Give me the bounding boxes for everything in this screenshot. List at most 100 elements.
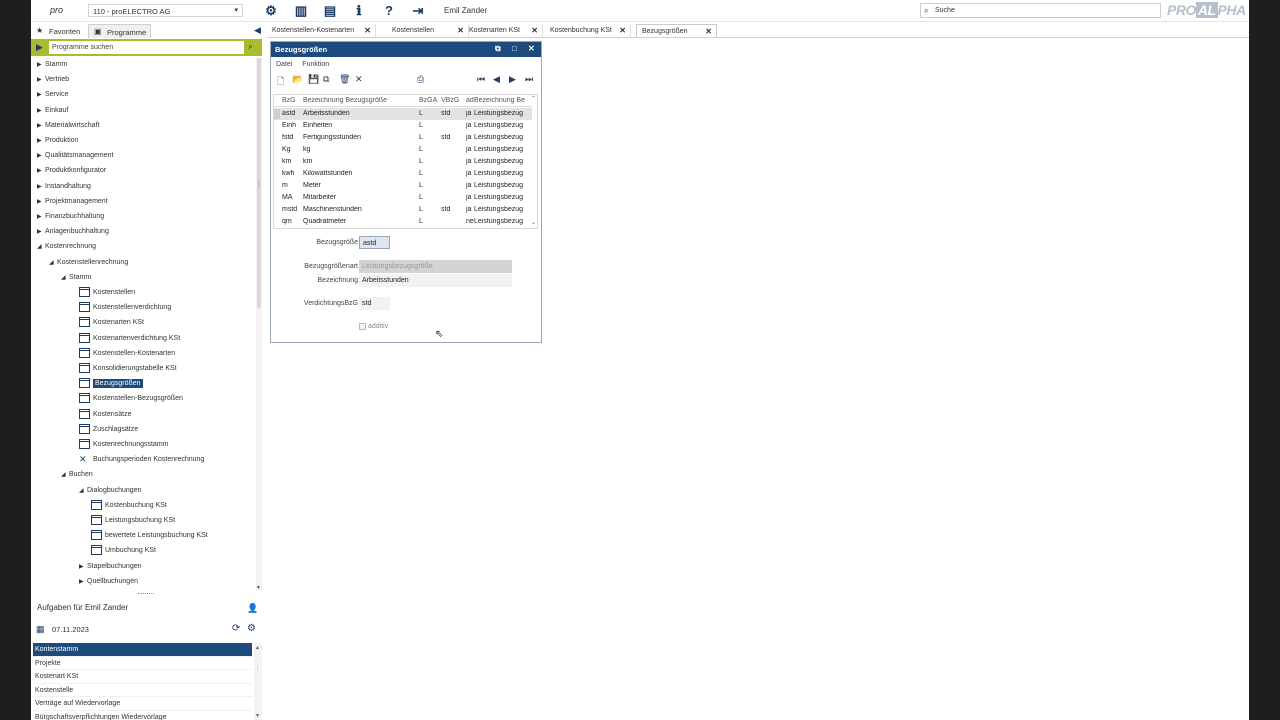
column-header[interactable]: Bezeichnung Bezugsgröße: [303, 97, 415, 104]
tree-item[interactable]: Kostenstellenverdichtung: [31, 301, 255, 316]
info-icon[interactable]: ℹ: [351, 3, 367, 19]
gear-icon[interactable]: ⚙: [247, 623, 256, 634]
code-field[interactable]: astd: [359, 236, 390, 249]
expanded-arrow-icon[interactable]: ◢: [49, 259, 54, 266]
expanded-arrow-icon[interactable]: ◢: [61, 471, 66, 478]
tree-item[interactable]: Kostensätze: [31, 408, 255, 423]
close-icon[interactable]: ✕: [364, 26, 371, 35]
scroll-down-icon[interactable]: ▼: [256, 585, 261, 591]
tree-item[interactable]: Bezugsgrößen: [31, 377, 255, 392]
menu-funktion[interactable]: Funktion: [302, 61, 329, 68]
table-row[interactable]: fstd Fertigungsstunden Lstd ja Leistungsbezu…: [274, 132, 532, 144]
cancel-icon[interactable]: ✕: [355, 74, 363, 85]
logout-icon[interactable]: ⇥: [410, 3, 426, 19]
additive-checkbox[interactable]: [359, 323, 366, 330]
task-item[interactable]: Projekte: [33, 657, 252, 670]
task-item[interactable]: Verträge auf Wiedervorlage: [33, 697, 252, 711]
gear-icon[interactable]: ⚙: [263, 3, 279, 19]
tree-item[interactable]: Leistungsbuchung KSt: [31, 514, 255, 529]
collapsed-arrow-icon[interactable]: ▶: [37, 122, 42, 129]
global-search-input[interactable]: ⌕ Suche: [920, 3, 1161, 18]
tree-item[interactable]: bewertete Leistungsbuchung KSt: [31, 529, 255, 544]
collapsed-arrow-icon[interactable]: ▶: [37, 152, 42, 159]
print-icon[interactable]: ⎙: [417, 74, 424, 85]
window-icon[interactable]: ▤: [322, 3, 338, 19]
first-record-icon[interactable]: ⏮: [477, 74, 485, 85]
table-row[interactable]: m Meter Lja Leistungsbezug: [274, 180, 532, 192]
client-select[interactable]: 110 - proELECTRO AG ▾: [88, 4, 243, 17]
tree-item[interactable]: ▶ Materialwirtschaft: [31, 119, 255, 134]
panel-icon[interactable]: ▥: [293, 3, 309, 19]
tree-item[interactable]: Kostenstellen-Kostenarten: [31, 347, 255, 362]
tree-item[interactable]: Kostenstellen-Bezugsgrößen: [31, 392, 255, 407]
new-document-icon[interactable]: 🗋: [277, 74, 284, 90]
table-row[interactable]: mstd Maschinenstunden Lstd ja Leistungsbezug: [274, 204, 532, 216]
close-icon[interactable]: ✕: [528, 44, 535, 53]
save-icon[interactable]: 💾: [308, 74, 319, 85]
next-record-icon[interactable]: ▶: [509, 74, 516, 85]
help-icon[interactable]: ?: [381, 3, 397, 19]
tree-item[interactable]: ▶ Service: [31, 88, 255, 103]
expanded-arrow-icon[interactable]: ◢: [79, 487, 84, 494]
close-icon[interactable]: ✕: [705, 27, 712, 36]
tree-item[interactable]: ▶ Stamm: [31, 58, 255, 73]
program-search-input[interactable]: Programme suchen: [49, 41, 244, 54]
collapsed-arrow-icon[interactable]: ▶: [79, 578, 84, 585]
tree-item[interactable]: ▶ Produktion: [31, 134, 255, 149]
collapsed-arrow-icon[interactable]: ▶: [37, 76, 42, 83]
previous-record-icon[interactable]: ◀: [493, 74, 500, 85]
tree-item[interactable]: ▶ Projektmanagement: [31, 195, 255, 210]
collapse-panel-icon[interactable]: ◀: [254, 25, 261, 36]
expanded-arrow-icon[interactable]: ◢: [37, 243, 42, 250]
restore-icon[interactable]: ⧉: [495, 44, 501, 54]
table-row[interactable]: Kg kg Lja Leistungsbezug: [274, 144, 532, 156]
tree-item[interactable]: Kostenstellen: [31, 286, 255, 301]
table-row[interactable]: astd Arbeitsstunden Lstd ja Leistungsbezug: [274, 108, 532, 120]
table-row[interactable]: kwh Kilowattstunden Lja Leistungsbezug: [274, 168, 532, 180]
close-icon[interactable]: ✕: [457, 26, 464, 35]
delete-icon[interactable]: 🗑: [339, 74, 350, 85]
refresh-icon[interactable]: ⟳: [232, 623, 240, 634]
tree-item[interactable]: ▶ Finanzbuchhaltung: [31, 210, 255, 225]
tree-item[interactable]: ▶ Einkauf: [31, 104, 255, 119]
tree-item[interactable]: ◢ Kostenstellenrechnung: [31, 256, 255, 271]
last-record-icon[interactable]: ⏭: [525, 74, 533, 85]
close-icon[interactable]: ✕: [619, 26, 626, 35]
play-icon[interactable]: ▶: [36, 42, 43, 53]
tree-item[interactable]: Kostenrechnungsstamm: [31, 438, 255, 453]
tree-item[interactable]: ✕ Buchungsperioden Kostenrechnung: [31, 453, 255, 468]
tree-item[interactable]: ◢ Kostenrechnung: [31, 240, 255, 255]
table-row[interactable]: Einh Einheiten Lja Leistungsbezug: [274, 120, 532, 132]
maximize-icon[interactable]: □: [512, 44, 517, 53]
search-icon[interactable]: ⌕: [248, 41, 253, 52]
tab-bezugsgroessen[interactable]: Bezugsgrößen ✕: [636, 24, 717, 38]
tab-kostenarten-kst[interactable]: Kostenarten KSt ✕: [464, 24, 543, 38]
copy-icon[interactable]: ⧉: [323, 74, 329, 85]
tasks-scrollbar[interactable]: ▲ ⋮ ▼: [254, 643, 262, 720]
tab-kostenbuchung-kst[interactable]: Kostenbuchung KSt ✕: [545, 24, 631, 38]
collapsed-arrow-icon[interactable]: ▶: [37, 213, 42, 220]
scroll-down-icon[interactable]: ▼: [255, 713, 260, 719]
tab-programs[interactable]: ▣ Programme: [88, 24, 152, 38]
tree-item[interactable]: ▶ Qualitätsmanagement: [31, 149, 255, 164]
column-header[interactable]: VBzG: [441, 97, 464, 104]
tab-kostenstellen-kostenarten[interactable]: Kostenstellen-Kostenarten ✕: [267, 24, 376, 38]
tree-item[interactable]: ◢ Buchen: [31, 468, 255, 483]
collapsed-arrow-icon[interactable]: ▶: [37, 198, 42, 205]
task-item[interactable]: Kostenart KSt: [33, 670, 252, 684]
collapsed-arrow-icon[interactable]: ▶: [37, 228, 42, 235]
column-header[interactable]: BzG: [282, 97, 302, 104]
tree-item[interactable]: ▶ Instandhaltung: [31, 180, 255, 195]
calendar-icon[interactable]: ▦: [36, 624, 45, 635]
column-header[interactable]: BzGA: [419, 97, 439, 104]
vbzg-field[interactable]: std: [359, 297, 390, 310]
tree-item[interactable]: ◢ Dialogbuchungen: [31, 484, 255, 499]
tree-item[interactable]: Kostenartenverdichtung KSt: [31, 332, 255, 347]
table-row[interactable]: km km Lja Leistungsbezug: [274, 156, 532, 168]
collapsed-arrow-icon[interactable]: ▶: [37, 137, 42, 144]
scroll-up-icon[interactable]: ▲: [255, 645, 260, 651]
panel-splitter[interactable]: [138, 593, 154, 595]
collapsed-arrow-icon[interactable]: ▶: [79, 563, 84, 570]
expanded-arrow-icon[interactable]: ◢: [61, 274, 66, 281]
tree-item[interactable]: ▶ Anlagenbuchhaltung: [31, 225, 255, 240]
